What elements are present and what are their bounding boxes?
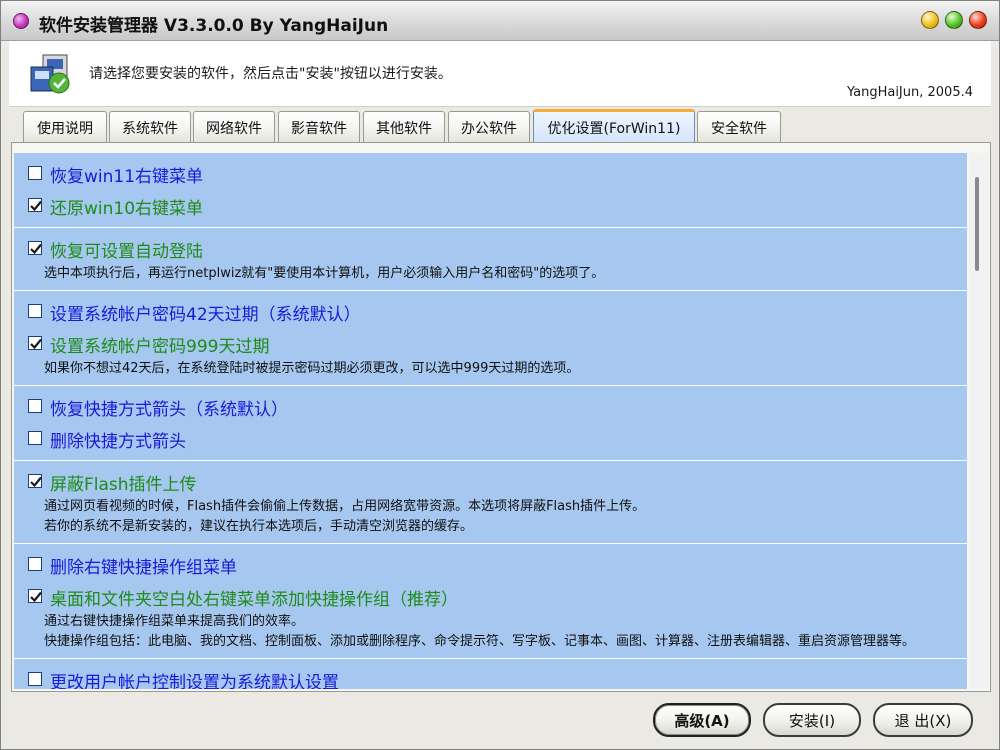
checkbox-unchecked[interactable] bbox=[28, 166, 42, 180]
maximize-button[interactable] bbox=[945, 11, 963, 29]
installer-icon bbox=[30, 54, 70, 94]
checkbox-checked[interactable] bbox=[28, 241, 42, 255]
option-group: 更改用户帐户控制设置为系统默认设置 bbox=[14, 659, 967, 689]
advanced-button[interactable]: 高级(A) bbox=[653, 703, 751, 737]
scrollbar-thumb[interactable] bbox=[975, 177, 979, 271]
option-row[interactable]: 恢复快捷方式箭头（系统默认） bbox=[14, 390, 967, 422]
checkmark-icon bbox=[30, 243, 42, 255]
app-window: 软件安装管理器 V3.3.0.0 By YangHaiJun 请选择您要安装的软… bbox=[0, 0, 1000, 750]
checkbox-unchecked[interactable] bbox=[28, 304, 42, 318]
checkmark-icon bbox=[30, 338, 42, 350]
title-bar[interactable]: 软件安装管理器 V3.3.0.0 By YangHaiJun bbox=[1, 1, 999, 41]
app-orb-icon[interactable] bbox=[13, 13, 29, 29]
checkbox-unchecked[interactable] bbox=[28, 431, 42, 445]
tab-security-software[interactable]: 安全软件 bbox=[697, 111, 781, 143]
option-label[interactable]: 删除快捷方式箭头 bbox=[50, 427, 186, 452]
option-label[interactable]: 设置系统帐户密码42天过期（系统默认） bbox=[50, 300, 361, 325]
option-group: 设置系统帐户密码42天过期（系统默认） 设置系统帐户密码999天过期如果你不想过4… bbox=[14, 291, 967, 386]
option-description: 快捷操作组包括：此电脑、我的文档、控制面板、添加或删除程序、命令提示符、写字板、… bbox=[44, 634, 916, 649]
option-group: 删除右键快捷操作组菜单桌面和文件夹空白处右键菜单添加快捷操作组（推荐） 通过右键快… bbox=[14, 544, 967, 659]
option-description: 通过网页看视频的时候，Flash插件会偷偷上传数据，占用网络宽带资源。本选项将屏… bbox=[44, 499, 646, 514]
option-row[interactable]: 设置系统帐户密码42天过期（系统默认） bbox=[14, 295, 967, 327]
option-row[interactable]: 设置系统帐户密码999天过期 bbox=[14, 327, 967, 359]
tab-network-software[interactable]: 网络软件 bbox=[193, 111, 275, 143]
option-row[interactable]: 还原win10右键菜单 bbox=[14, 189, 967, 221]
checkmark-icon bbox=[30, 200, 42, 212]
option-description: 若你的系统不是新安装的，建议在执行本选项后，手动清空浏览器的缓存。 bbox=[44, 519, 474, 534]
option-row[interactable]: 桌面和文件夹空白处右键菜单添加快捷操作组（推荐） bbox=[14, 580, 967, 612]
header-instruction: 请选择您要安装的软件，然后点击"安装"按钮以进行安装。 bbox=[89, 66, 452, 82]
tab-media-software[interactable]: 影音软件 bbox=[278, 111, 360, 143]
header-banner: 请选择您要安装的软件，然后点击"安装"按钮以进行安装。 YangHaiJun, … bbox=[9, 41, 991, 107]
option-row[interactable]: 删除右键快捷操作组菜单 bbox=[14, 548, 967, 580]
option-row[interactable]: 恢复win11右键菜单 bbox=[14, 157, 967, 189]
tab-office-software[interactable]: 办公软件 bbox=[448, 111, 530, 143]
tab-panel: 恢复win11右键菜单 还原win10右键菜单 恢复可设置自动登陆 选中本项执行后，再… bbox=[11, 142, 991, 692]
option-label[interactable]: 恢复可设置自动登陆 bbox=[50, 237, 203, 262]
checkbox-checked[interactable] bbox=[28, 474, 42, 488]
option-description: 选中本项执行后，再运行netplwiz就有"要使用本计算机，用户必须输入用户名和… bbox=[44, 266, 605, 281]
option-description: 通过右键快捷操作组菜单来提高我们的效率。 bbox=[44, 614, 305, 629]
option-label[interactable]: 设置系统帐户密码999天过期 bbox=[50, 332, 269, 357]
minimize-button[interactable] bbox=[921, 11, 939, 29]
tab-strip: 使用说明 系统软件 网络软件 影音软件 其他软件 办公软件 优化设置(ForWi… bbox=[23, 109, 983, 143]
option-label[interactable]: 恢复快捷方式箭头（系统默认） bbox=[50, 395, 288, 420]
checkbox-checked[interactable] bbox=[28, 198, 42, 212]
option-list[interactable]: 恢复win11右键菜单 还原win10右键菜单 恢复可设置自动登陆 选中本项执行后，再… bbox=[14, 153, 967, 689]
checkmark-icon bbox=[30, 591, 42, 603]
option-label[interactable]: 删除右键快捷操作组菜单 bbox=[50, 553, 237, 578]
close-button[interactable] bbox=[969, 11, 987, 29]
option-group: 恢复快捷方式箭头（系统默认） 删除快捷方式箭头 bbox=[14, 386, 967, 461]
window-title: 软件安装管理器 V3.3.0.0 By YangHaiJun bbox=[39, 16, 389, 36]
option-row[interactable]: 删除快捷方式箭头 bbox=[14, 422, 967, 454]
checkmark-icon bbox=[30, 476, 42, 488]
tab-optimization-settings[interactable]: 优化设置(ForWin11) bbox=[533, 109, 695, 143]
tab-usage[interactable]: 使用说明 bbox=[23, 111, 107, 143]
checkbox-unchecked[interactable] bbox=[28, 557, 42, 571]
option-label[interactable]: 还原win10右键菜单 bbox=[50, 194, 203, 219]
install-button[interactable]: 安装(I) bbox=[763, 703, 861, 737]
option-label[interactable]: 更改用户帐户控制设置为系统默认设置 bbox=[50, 668, 339, 689]
option-label[interactable]: 恢复win11右键菜单 bbox=[50, 162, 203, 187]
option-description: 如果你不想过42天后，在系统登陆时被提示密码过期必须更改，可以选中999天过期的… bbox=[44, 361, 580, 376]
tab-system-software[interactable]: 系统软件 bbox=[109, 111, 191, 143]
option-row[interactable]: 屏蔽Flash插件上传 bbox=[14, 465, 967, 497]
checkbox-checked[interactable] bbox=[28, 336, 42, 350]
option-row[interactable]: 更改用户帐户控制设置为系统默认设置 bbox=[14, 663, 967, 689]
option-row[interactable]: 恢复可设置自动登陆 bbox=[14, 232, 967, 264]
option-label[interactable]: 屏蔽Flash插件上传 bbox=[50, 470, 197, 495]
checkbox-unchecked[interactable] bbox=[28, 399, 42, 413]
option-group: 屏蔽Flash插件上传通过网页看视频的时候，Flash插件会偷偷上传数据，占用网… bbox=[14, 461, 967, 544]
exit-button[interactable]: 退 出(X) bbox=[873, 703, 973, 737]
option-group: 恢复win11右键菜单 还原win10右键菜单 bbox=[14, 153, 967, 228]
option-group: 恢复可设置自动登陆选中本项执行后，再运行netplwiz就有"要使用本计算机，用… bbox=[14, 228, 967, 291]
tab-other-software[interactable]: 其他软件 bbox=[363, 111, 445, 143]
checkbox-checked[interactable] bbox=[28, 589, 42, 603]
option-label[interactable]: 桌面和文件夹空白处右键菜单添加快捷操作组（推荐） bbox=[50, 585, 458, 610]
checkbox-unchecked[interactable] bbox=[28, 672, 42, 686]
header-author: YangHaiJun, 2005.4 bbox=[846, 85, 973, 100]
